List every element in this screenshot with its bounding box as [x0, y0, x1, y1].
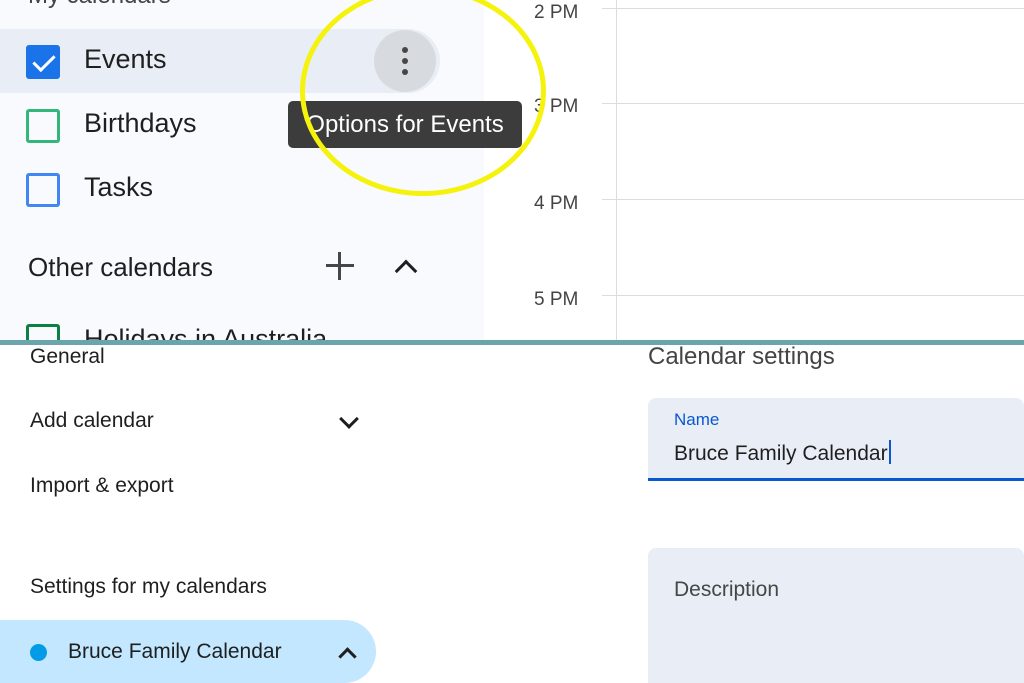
calendar-sidebar: My calendars Events Birthdays Tasks Othe…	[0, 0, 484, 340]
other-calendars-heading: Other calendars	[28, 252, 213, 282]
name-field-value[interactable]: Bruce Family Calendar	[674, 440, 891, 466]
calendar-description-field[interactable]: Description	[648, 548, 1024, 683]
nav-add-calendar[interactable]: Add calendar	[30, 409, 154, 433]
holidays-checkbox[interactable]	[26, 324, 60, 340]
nav-import-export[interactable]: Import & export	[30, 474, 174, 498]
events-checkbox[interactable]	[26, 45, 60, 79]
calendar-view-panel: My calendars Events Birthdays Tasks Othe…	[0, 0, 1024, 340]
calendar-item-label: Holidays in Australia	[84, 324, 328, 340]
hour-line	[602, 295, 1024, 296]
name-field-label: Name	[674, 410, 720, 429]
time-label: 2 PM	[534, 2, 579, 23]
text-caret	[888, 440, 891, 464]
nav-general[interactable]: General	[30, 345, 105, 369]
my-calendars-heading: My calendars	[28, 0, 171, 10]
calendar-item-label: Events	[84, 44, 167, 74]
birthdays-checkbox[interactable]	[26, 109, 60, 143]
calendar-item-label: Tasks	[84, 172, 154, 202]
calendar-item-holidays[interactable]: Holidays in Australia	[0, 320, 484, 340]
hour-line	[602, 8, 1024, 9]
time-label: 3 PM	[534, 96, 579, 117]
hour-line	[602, 103, 1024, 104]
time-label: 4 PM	[534, 193, 579, 214]
settings-for-my-calendars-heading: Settings for my calendars	[30, 575, 267, 598]
settings-panel: General Add calendar Import & export Set…	[0, 345, 1024, 683]
calendar-settings-title: Calendar settings	[648, 345, 835, 370]
calendar-item-tasks[interactable]: Tasks	[0, 157, 470, 221]
chevron-up-icon[interactable]	[388, 250, 424, 286]
chevron-down-icon[interactable]	[334, 407, 364, 437]
nav-item-label: Bruce Family Calendar	[68, 640, 282, 663]
calendar-item-label: Birthdays	[84, 108, 197, 138]
hour-line	[602, 199, 1024, 200]
calendar-color-dot	[30, 644, 47, 661]
time-grid[interactable]: 2 PM 3 PM 4 PM 5 PM	[484, 0, 1024, 340]
options-tooltip: Options for Events	[288, 101, 522, 148]
day-column-divider	[616, 0, 617, 340]
description-placeholder: Description	[674, 578, 780, 601]
tasks-checkbox[interactable]	[26, 173, 60, 207]
time-label: 5 PM	[534, 289, 579, 310]
plus-icon[interactable]	[322, 248, 358, 284]
nav-bruce-family-calendar[interactable]: Bruce Family Calendar	[0, 620, 376, 683]
more-vert-icon[interactable]	[374, 30, 436, 92]
chevron-up-icon[interactable]	[333, 638, 363, 668]
calendar-name-field[interactable]: Name Bruce Family Calendar	[648, 398, 1024, 481]
